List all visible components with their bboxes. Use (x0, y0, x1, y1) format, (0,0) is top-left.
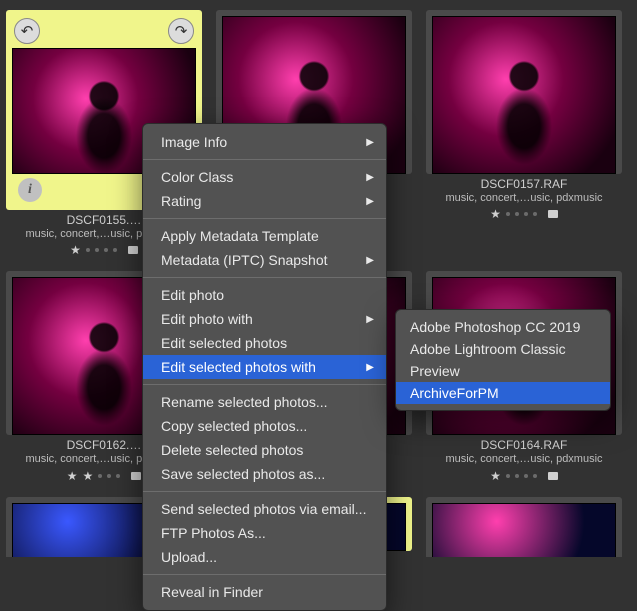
star-icon: ★ (67, 470, 78, 482)
menu-label: Color Class (161, 169, 233, 185)
menu-item-edit-photo-with[interactable]: Edit photo with ▶ (143, 307, 386, 331)
info-button[interactable]: i (18, 178, 42, 202)
menu-item-send-email[interactable]: Send selected photos via email... (143, 497, 386, 521)
menu-label: Edit selected photos (161, 335, 287, 351)
menu-separator (143, 574, 386, 575)
thumbnail-image[interactable] (432, 503, 616, 557)
thumbnail-image[interactable] (432, 16, 616, 174)
menu-item-reveal-in-finder[interactable]: Reveal in Finder (143, 580, 386, 604)
rating-dot (104, 248, 108, 252)
menu-item-save-selected[interactable]: Save selected photos as... (143, 462, 386, 486)
menu-separator (143, 159, 386, 160)
thumbnail-tags: music, concert,…usic, pdxmusic (426, 453, 622, 466)
menu-label: Edit selected photos with (161, 359, 316, 375)
menu-item-copy-selected[interactable]: Copy selected photos... (143, 414, 386, 438)
star-icon: ★ (83, 470, 94, 482)
menu-label: Edit photo (161, 287, 224, 303)
submenu-label: ArchiveForPM (410, 385, 499, 401)
color-class-chip[interactable] (548, 472, 558, 480)
thumbnail-cell[interactable]: DSCF0157.RAF music, concert,…usic, pdxmu… (426, 10, 622, 259)
thumbnail-filename: DSCF0164.RAF (426, 439, 622, 453)
submenu-arrow-icon: ▶ (366, 255, 374, 266)
thumbnail-frame (426, 497, 622, 557)
thumbnail-frame (426, 10, 622, 174)
thumbnail-filename: DSCF0157.RAF (426, 178, 622, 192)
submenu-label: Adobe Lightroom Classic (410, 341, 566, 357)
rating-row[interactable]: ★ (426, 204, 622, 223)
menu-separator (143, 384, 386, 385)
menu-label: Metadata (IPTC) Snapshot (161, 252, 328, 268)
color-class-chip[interactable] (131, 472, 141, 480)
menu-item-ftp-photos[interactable]: FTP Photos As... (143, 521, 386, 545)
submenu-item-photoshop[interactable]: Adobe Photoshop CC 2019 (396, 316, 610, 338)
submenu-arrow-icon: ▶ (366, 314, 374, 325)
menu-label: Upload... (161, 549, 217, 565)
submenu-item-archiveforpm[interactable]: ArchiveForPM (396, 382, 610, 404)
menu-separator (143, 218, 386, 219)
menu-item-rename-selected[interactable]: Rename selected photos... (143, 390, 386, 414)
menu-item-edit-selected-photos-with[interactable]: Edit selected photos with ▶ (143, 355, 386, 379)
menu-item-rating[interactable]: Rating ▶ (143, 189, 386, 213)
menu-item-delete-selected[interactable]: Delete selected photos (143, 438, 386, 462)
color-class-chip[interactable] (548, 210, 558, 218)
context-submenu: Adobe Photoshop CC 2019 Adobe Lightroom … (395, 309, 611, 411)
menu-item-image-info[interactable]: Image Info ▶ (143, 130, 386, 154)
submenu-arrow-icon: ▶ (366, 196, 374, 207)
menu-label: FTP Photos As... (161, 525, 266, 541)
star-icon: ★ (490, 208, 501, 220)
menu-item-upload[interactable]: Upload... (143, 545, 386, 569)
menu-label: Send selected photos via email... (161, 501, 366, 517)
thumbnail-tags: music, concert,…usic, pdxmusic (426, 192, 622, 205)
menu-item-color-class[interactable]: Color Class ▶ (143, 165, 386, 189)
color-class-chip[interactable] (128, 246, 138, 254)
rating-dot (95, 248, 99, 252)
menu-item-edit-selected-photos[interactable]: Edit selected photos (143, 331, 386, 355)
menu-item-apply-metadata-template[interactable]: Apply Metadata Template (143, 224, 386, 248)
rating-dot (113, 248, 117, 252)
submenu-arrow-icon: ▶ (366, 137, 374, 148)
menu-separator (143, 491, 386, 492)
menu-label: Delete selected photos (161, 442, 303, 458)
menu-label: Image Info (161, 134, 227, 150)
submenu-label: Preview (410, 363, 460, 379)
submenu-label: Adobe Photoshop CC 2019 (410, 319, 580, 335)
thumbnail-cell[interactable] (426, 497, 622, 557)
submenu-arrow-icon: ▶ (366, 172, 374, 183)
rating-dot (86, 248, 90, 252)
menu-item-edit-photo[interactable]: Edit photo (143, 283, 386, 307)
menu-separator (143, 277, 386, 278)
star-icon: ★ (70, 244, 81, 256)
rating-row[interactable]: ★ (426, 466, 622, 485)
star-icon: ★ (490, 470, 501, 482)
menu-label: Edit photo with (161, 311, 253, 327)
undo-button[interactable]: ↶ (14, 18, 40, 44)
menu-label: Reveal in Finder (161, 584, 263, 600)
menu-item-metadata-snapshot[interactable]: Metadata (IPTC) Snapshot ▶ (143, 248, 386, 272)
menu-label: Save selected photos as... (161, 466, 325, 482)
submenu-item-preview[interactable]: Preview (396, 360, 610, 382)
menu-label: Copy selected photos... (161, 418, 307, 434)
submenu-item-lightroom[interactable]: Adobe Lightroom Classic (396, 338, 610, 360)
redo-button[interactable]: ↷ (168, 18, 194, 44)
context-menu: Image Info ▶ Color Class ▶ Rating ▶ Appl… (142, 123, 387, 611)
menu-label: Apply Metadata Template (161, 228, 319, 244)
menu-label: Rating (161, 193, 201, 209)
menu-label: Rename selected photos... (161, 394, 328, 410)
submenu-arrow-icon: ▶ (366, 362, 374, 373)
